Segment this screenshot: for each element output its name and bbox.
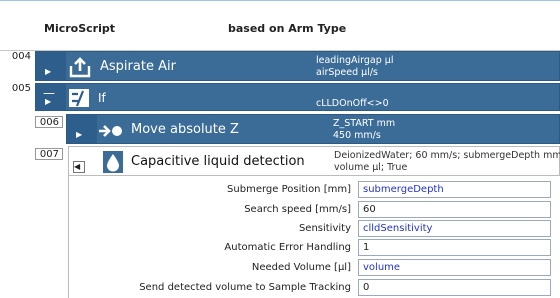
- form-row-search-speed: Search speed [mm/s] 60: [69, 201, 560, 220]
- step-if[interactable]: — ▶ If cLLDOnOff<>0: [35, 83, 560, 111]
- field-label: Automatic Error Handling: [224, 242, 351, 253]
- form-row-submerge-position: Submerge Position [mm] submergeDepth: [69, 181, 560, 200]
- script-name-label: MicroScript: [44, 22, 115, 35]
- step-params: cLLDOnOff<>0: [316, 86, 389, 110]
- step-move-absolute-z[interactable]: ▶ Move absolute Z Z_START mm 450 mm/s: [66, 114, 560, 144]
- field-label: Submerge Position [mm]: [227, 184, 351, 195]
- submerge-position-input[interactable]: submergeDepth: [358, 181, 551, 198]
- step-parameter-form: Submerge Position [mm] submergeDepth Sea…: [68, 176, 560, 298]
- move-arrow-icon: [99, 125, 122, 137]
- arm-type-label: based on Arm Type: [228, 22, 347, 35]
- if-condition-icon: [69, 89, 89, 107]
- step-param-line: DeionizedWater; 60 mm/s; submergeDepth m…: [334, 150, 560, 161]
- step-title: Move absolute Z: [131, 122, 239, 137]
- search-speed-input[interactable]: 60: [358, 201, 551, 218]
- line-number: 007: [35, 148, 63, 160]
- step-param-line: airSpeed µl/s: [316, 67, 379, 78]
- liquid-drop-icon: [103, 151, 123, 173]
- field-label: Needed Volume [µl]: [251, 262, 351, 273]
- step-param-line: 450 mm/s: [333, 130, 381, 141]
- expand-arrow-icon[interactable]: ▶: [45, 97, 51, 106]
- line-number: 004: [11, 51, 31, 62]
- expand-arrow-icon[interactable]: ▶: [45, 67, 51, 76]
- send-detected-volume-input[interactable]: 0: [358, 279, 551, 296]
- form-row-needed-volume: Needed Volume [µl] volume: [69, 259, 560, 278]
- step-param-line: [316, 86, 389, 98]
- step-aspirate-air[interactable]: ▶ Aspirate Air leadingAirgap µl airSpeed…: [35, 51, 560, 81]
- collapse-arrow-icon[interactable]: ◀: [74, 162, 80, 171]
- step-param-line: Z_START mm: [333, 118, 396, 129]
- form-row-sensitivity: Sensitivity clldSensitivity: [69, 220, 560, 239]
- expand-arrow-icon[interactable]: ▶: [76, 130, 82, 139]
- step-gutter: ◀: [69, 147, 93, 175]
- form-row-automatic-error-handling: Automatic Error Handling 1: [69, 239, 560, 258]
- script-header: MicroScript based on Arm Type: [0, 0, 560, 43]
- form-row-send-detected-volume: Send detected volume to Sample Tracking …: [69, 279, 560, 298]
- step-params: leadingAirgap µl airSpeed µl/s: [316, 55, 394, 79]
- needed-volume-input[interactable]: volume: [358, 259, 551, 276]
- automatic-error-handling-input[interactable]: 1: [358, 239, 551, 256]
- step-title: Capacitive liquid detection: [131, 154, 305, 169]
- line-number: 006: [35, 116, 63, 128]
- sensitivity-input[interactable]: clldSensitivity: [358, 220, 551, 237]
- step-capacitive-liquid-detection[interactable]: ◀ Capacitive liquid detection DeionizedW…: [68, 146, 560, 176]
- field-label: Send detected volume to Sample Tracking: [139, 282, 351, 293]
- line-number: 005: [11, 83, 31, 94]
- step-param-line: leadingAirgap µl: [316, 55, 394, 66]
- step-param-line: volume µl; True: [334, 162, 408, 173]
- step-param-line: cLLDOnOff<>0: [316, 98, 389, 109]
- upload-arrow-icon: [69, 57, 91, 78]
- step-title: Aspirate Air: [100, 59, 176, 74]
- step-params: Z_START mm 450 mm/s: [333, 118, 395, 142]
- field-label: Search speed [mm/s]: [244, 204, 351, 215]
- step-title: If: [98, 91, 106, 105]
- step-params: DeionizedWater; 60 mm/s; submergeDepth m…: [334, 150, 560, 174]
- field-label: Sensitivity: [298, 223, 351, 234]
